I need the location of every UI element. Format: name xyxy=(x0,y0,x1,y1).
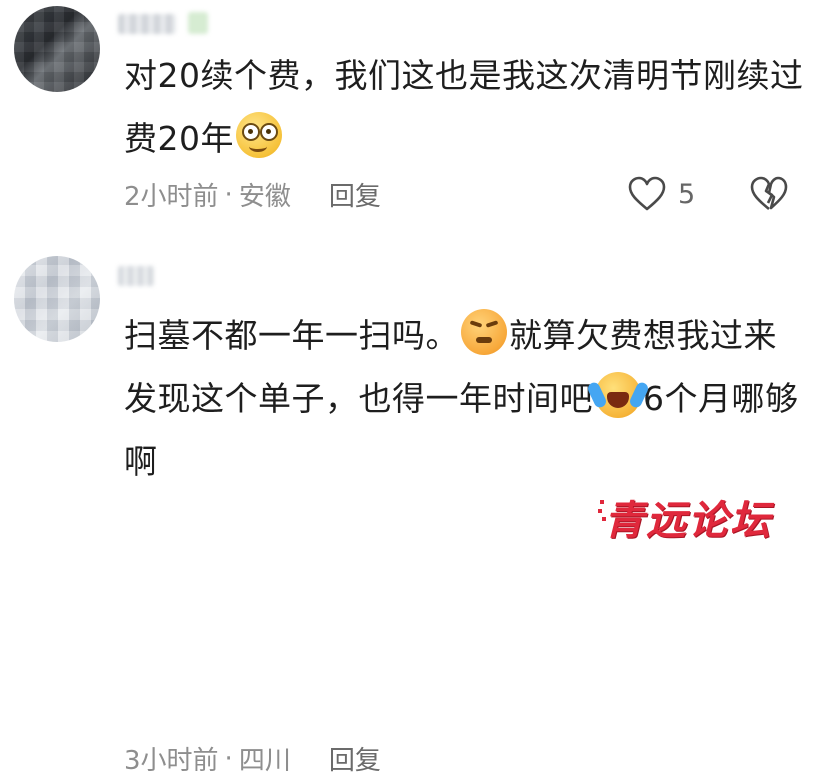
like-count: 5 xyxy=(678,178,696,210)
comment-time: 2小时前 xyxy=(124,182,219,212)
user-badge-icon xyxy=(188,12,208,34)
heart-icon xyxy=(628,176,666,211)
sweat-emoji-icon xyxy=(461,309,507,355)
separator-dot: · xyxy=(224,179,233,210)
like-button[interactable]: 5 xyxy=(628,176,695,212)
comment-text: 对20续个费，我们这也是我这次清明节刚续过费20年 xyxy=(124,44,804,170)
reply-button[interactable]: 回复 xyxy=(329,176,381,213)
comment-text: 扫墓不都一年一扫吗。 就算欠费想我过来发现这个单子，也得一年时间吧 6个月哪够啊 xyxy=(124,304,804,493)
reply-button[interactable]: 回复 xyxy=(329,740,381,777)
crying-laughing-emoji-icon xyxy=(586,372,650,418)
comment-text-part: 对20续个费，我们这也是我这次清明节刚续过费20年 xyxy=(124,56,804,158)
comment-meta: 2小时前 · 安徽 回复 xyxy=(124,176,381,213)
broken-heart-icon[interactable] xyxy=(750,176,788,212)
comment-item: 对20续个费，我们这也是我这次清明节刚续过费20年 2小时前 · 安徽 回复 5 xyxy=(0,0,819,240)
comment-time: 3小时前 xyxy=(124,746,219,776)
avatar[interactable] xyxy=(14,256,100,342)
username-blurred[interactable] xyxy=(118,14,176,34)
separator-dot: · xyxy=(224,743,233,774)
comment-text-part: 扫墓不都一年一扫吗。 xyxy=(124,316,459,355)
avatar[interactable] xyxy=(14,6,100,92)
smile-emoji-icon xyxy=(236,112,282,158)
username-blurred[interactable] xyxy=(118,266,154,286)
watermark-logo: 青远论坛 xyxy=(604,497,772,544)
comment-meta: 3小时前 · 四川 回复 xyxy=(124,740,381,777)
comment-location: 安徽 xyxy=(238,182,291,212)
comment-location: 四川 xyxy=(238,746,291,776)
